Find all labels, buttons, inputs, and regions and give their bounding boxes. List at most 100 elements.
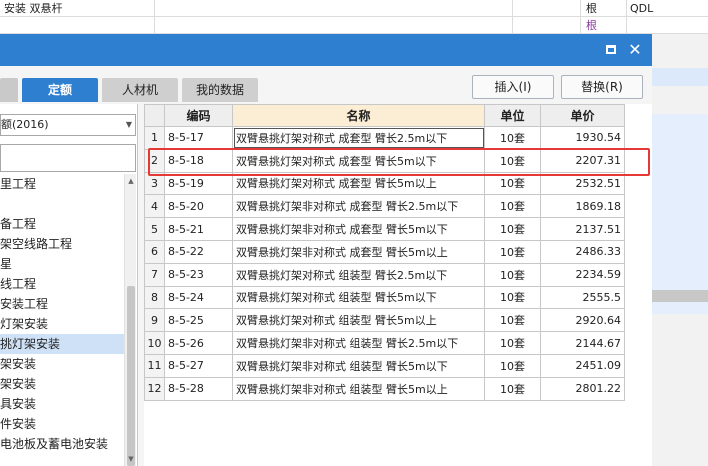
price-cell[interactable]: 2144.67 <box>540 331 625 355</box>
code-cell[interactable]: 8-5-18 <box>164 148 233 173</box>
name-cell[interactable]: 双臂悬挑灯架非对称式 组装型 臂长2.5m以下 <box>232 331 485 355</box>
price-cell[interactable]: 2801.22 <box>540 376 625 401</box>
tree-item[interactable]: 电池板及蓄电池安装 <box>0 434 124 454</box>
table-row[interactable]: 4 8-5-20 双臂悬挑灯架非对称式 成套型 臂长2.5m以下 10套 1869.18 <box>144 194 625 219</box>
price-cell[interactable]: 2207.31 <box>540 148 625 173</box>
code-cell[interactable]: 8-5-27 <box>164 353 233 378</box>
tree-item[interactable]: 挑灯架安装 <box>0 334 124 354</box>
row-index-cell[interactable]: 9 <box>144 308 165 333</box>
table-row[interactable]: 1 8-5-17 双臂悬挑灯架对称式 成套型 臂长2.5m以下 10套 1930.54 <box>144 126 625 150</box>
name-cell[interactable]: 双臂悬挑灯架对称式 成套型 臂长2.5m以下 <box>232 126 485 150</box>
code-cell[interactable]: 8-5-24 <box>164 285 233 310</box>
row-index-cell[interactable]: 7 <box>144 262 165 287</box>
library-select[interactable]: 额(2016) ▼ <box>0 114 136 136</box>
close-icon[interactable]: ✕ <box>627 42 643 58</box>
tree-item[interactable]: 备工程 <box>0 214 124 234</box>
code-cell[interactable]: 8-5-21 <box>164 217 233 241</box>
price-cell[interactable]: 2920.64 <box>540 308 625 333</box>
code-cell[interactable]: 8-5-26 <box>164 331 233 355</box>
row-index-cell[interactable]: 8 <box>144 285 165 310</box>
tree-item[interactable]: 件安装 <box>0 414 124 434</box>
row-index-cell[interactable]: 4 <box>144 194 165 219</box>
tree-item[interactable]: 线工程 <box>0 274 124 294</box>
price-cell[interactable]: 1869.18 <box>540 194 625 219</box>
chevron-down-icon[interactable]: ▼ <box>126 115 132 135</box>
name-cell[interactable]: 双臂悬挑灯架非对称式 成套型 臂长5m以上 <box>232 239 485 264</box>
tab-my-data[interactable]: 我的数据 <box>182 78 258 102</box>
name-cell[interactable]: 双臂悬挑灯架非对称式 成套型 臂长2.5m以下 <box>232 194 485 219</box>
row-index-cell[interactable]: 10 <box>144 331 165 355</box>
table-row[interactable]: 7 8-5-23 双臂悬挑灯架对称式 组装型 臂长2.5m以下 10套 2234.59 <box>144 262 625 287</box>
scroll-up-icon[interactable]: ▲ <box>126 176 136 186</box>
tree-item[interactable]: 架安装 <box>0 374 124 394</box>
name-cell[interactable]: 双臂悬挑灯架非对称式 组装型 臂长5m以上 <box>232 376 485 401</box>
price-cell[interactable]: 2137.51 <box>540 217 625 241</box>
table-row[interactable]: 12 8-5-28 双臂悬挑灯架非对称式 组装型 臂长5m以上 10套 2801.22 <box>144 376 625 401</box>
search-input[interactable] <box>0 144 136 172</box>
maximize-icon[interactable] <box>603 42 619 58</box>
code-cell[interactable]: 8-5-19 <box>164 171 233 196</box>
unit-cell[interactable]: 10套 <box>484 171 541 196</box>
unit-cell[interactable]: 10套 <box>484 262 541 287</box>
code-cell[interactable]: 8-5-17 <box>164 126 233 150</box>
tree-item[interactable]: 里工程 <box>0 174 124 194</box>
tree-item[interactable] <box>0 194 124 214</box>
price-cell[interactable]: 1930.54 <box>540 126 625 150</box>
code-cell[interactable]: 8-5-22 <box>164 239 233 264</box>
name-cell[interactable]: 双臂悬挑灯架对称式 组装型 臂长2.5m以下 <box>232 262 485 287</box>
code-cell[interactable]: 8-5-20 <box>164 194 233 219</box>
table-row[interactable]: 2 8-5-18 双臂悬挑灯架对称式 成套型 臂长5m以下 10套 2207.31 <box>144 148 625 173</box>
tree-item[interactable]: 架安装 <box>0 354 124 374</box>
column-header-unit[interactable]: 单位 <box>484 104 541 127</box>
row-index-cell[interactable]: 1 <box>144 126 165 150</box>
replace-button[interactable]: 替换(R) <box>561 75 643 99</box>
tab-material[interactable]: 人材机 <box>102 78 178 102</box>
table-row[interactable]: 6 8-5-22 双臂悬挑灯架非对称式 成套型 臂长5m以上 10套 2486.33 <box>144 239 625 264</box>
tree-item[interactable]: 安装工程 <box>0 294 124 314</box>
column-header-price[interactable]: 单价 <box>540 104 625 127</box>
table-row[interactable]: 8 8-5-24 双臂悬挑灯架对称式 组装型 臂长5m以下 10套 2555.5 <box>144 285 625 310</box>
row-index-cell[interactable]: 5 <box>144 217 165 241</box>
unit-cell[interactable]: 10套 <box>484 331 541 355</box>
price-cell[interactable]: 2532.51 <box>540 171 625 196</box>
row-index-cell[interactable]: 6 <box>144 239 165 264</box>
code-cell[interactable]: 8-5-25 <box>164 308 233 333</box>
tree-item[interactable]: 具安装 <box>0 394 124 414</box>
table-row[interactable]: 3 8-5-19 双臂悬挑灯架对称式 成套型 臂长5m以上 10套 2532.51 <box>144 171 625 196</box>
name-cell[interactable]: 双臂悬挑灯架对称式 组装型 臂长5m以下 <box>232 285 485 310</box>
name-cell[interactable]: 双臂悬挑灯架非对称式 成套型 臂长5m以下 <box>232 217 485 241</box>
price-cell[interactable]: 2486.33 <box>540 239 625 264</box>
table-row[interactable]: 9 8-5-25 双臂悬挑灯架对称式 组装型 臂长5m以上 10套 2920.64 <box>144 308 625 333</box>
tree-item[interactable]: 星 <box>0 254 124 274</box>
unit-cell[interactable]: 10套 <box>484 126 541 150</box>
scrollbar-thumb[interactable] <box>127 286 135 466</box>
tree-scrollbar[interactable]: ▲ ▼ <box>124 174 136 466</box>
tab-quota[interactable]: 定额 <box>22 78 98 102</box>
unit-cell[interactable]: 10套 <box>484 194 541 219</box>
tab-hidden[interactable] <box>0 78 18 102</box>
code-cell[interactable]: 8-5-23 <box>164 262 233 287</box>
table-row[interactable]: 10 8-5-26 双臂悬挑灯架非对称式 组装型 臂长2.5m以下 10套 2144.6… <box>144 331 625 355</box>
unit-cell[interactable]: 10套 <box>484 285 541 310</box>
column-header-code[interactable]: 编码 <box>164 104 233 127</box>
tree-item[interactable]: 灯架安装 <box>0 314 124 334</box>
row-index-cell[interactable]: 12 <box>144 376 165 401</box>
price-cell[interactable]: 2451.09 <box>540 353 625 378</box>
row-index-cell[interactable]: 2 <box>144 148 165 173</box>
code-cell[interactable]: 8-5-28 <box>164 376 233 401</box>
table-row[interactable]: 11 8-5-27 双臂悬挑灯架非对称式 组装型 臂长5m以下 10套 2451.09 <box>144 353 625 378</box>
insert-button[interactable]: 插入(I) <box>472 75 554 99</box>
unit-cell[interactable]: 10套 <box>484 376 541 401</box>
scroll-down-icon[interactable]: ▼ <box>126 454 136 464</box>
unit-cell[interactable]: 10套 <box>484 217 541 241</box>
column-header-name[interactable]: 名称 <box>232 104 485 127</box>
price-cell[interactable]: 2555.5 <box>540 285 625 310</box>
tree-item[interactable]: 架空线路工程 <box>0 234 124 254</box>
dialog-titlebar[interactable]: ✕ <box>0 34 652 66</box>
table-row[interactable]: 5 8-5-21 双臂悬挑灯架非对称式 成套型 臂长5m以下 10套 2137.51 <box>144 217 625 241</box>
row-index-cell[interactable]: 11 <box>144 353 165 378</box>
price-cell[interactable]: 2234.59 <box>540 262 625 287</box>
row-index-cell[interactable]: 3 <box>144 171 165 196</box>
name-cell[interactable]: 双臂悬挑灯架非对称式 组装型 臂长5m以下 <box>232 353 485 378</box>
unit-cell[interactable]: 10套 <box>484 308 541 333</box>
